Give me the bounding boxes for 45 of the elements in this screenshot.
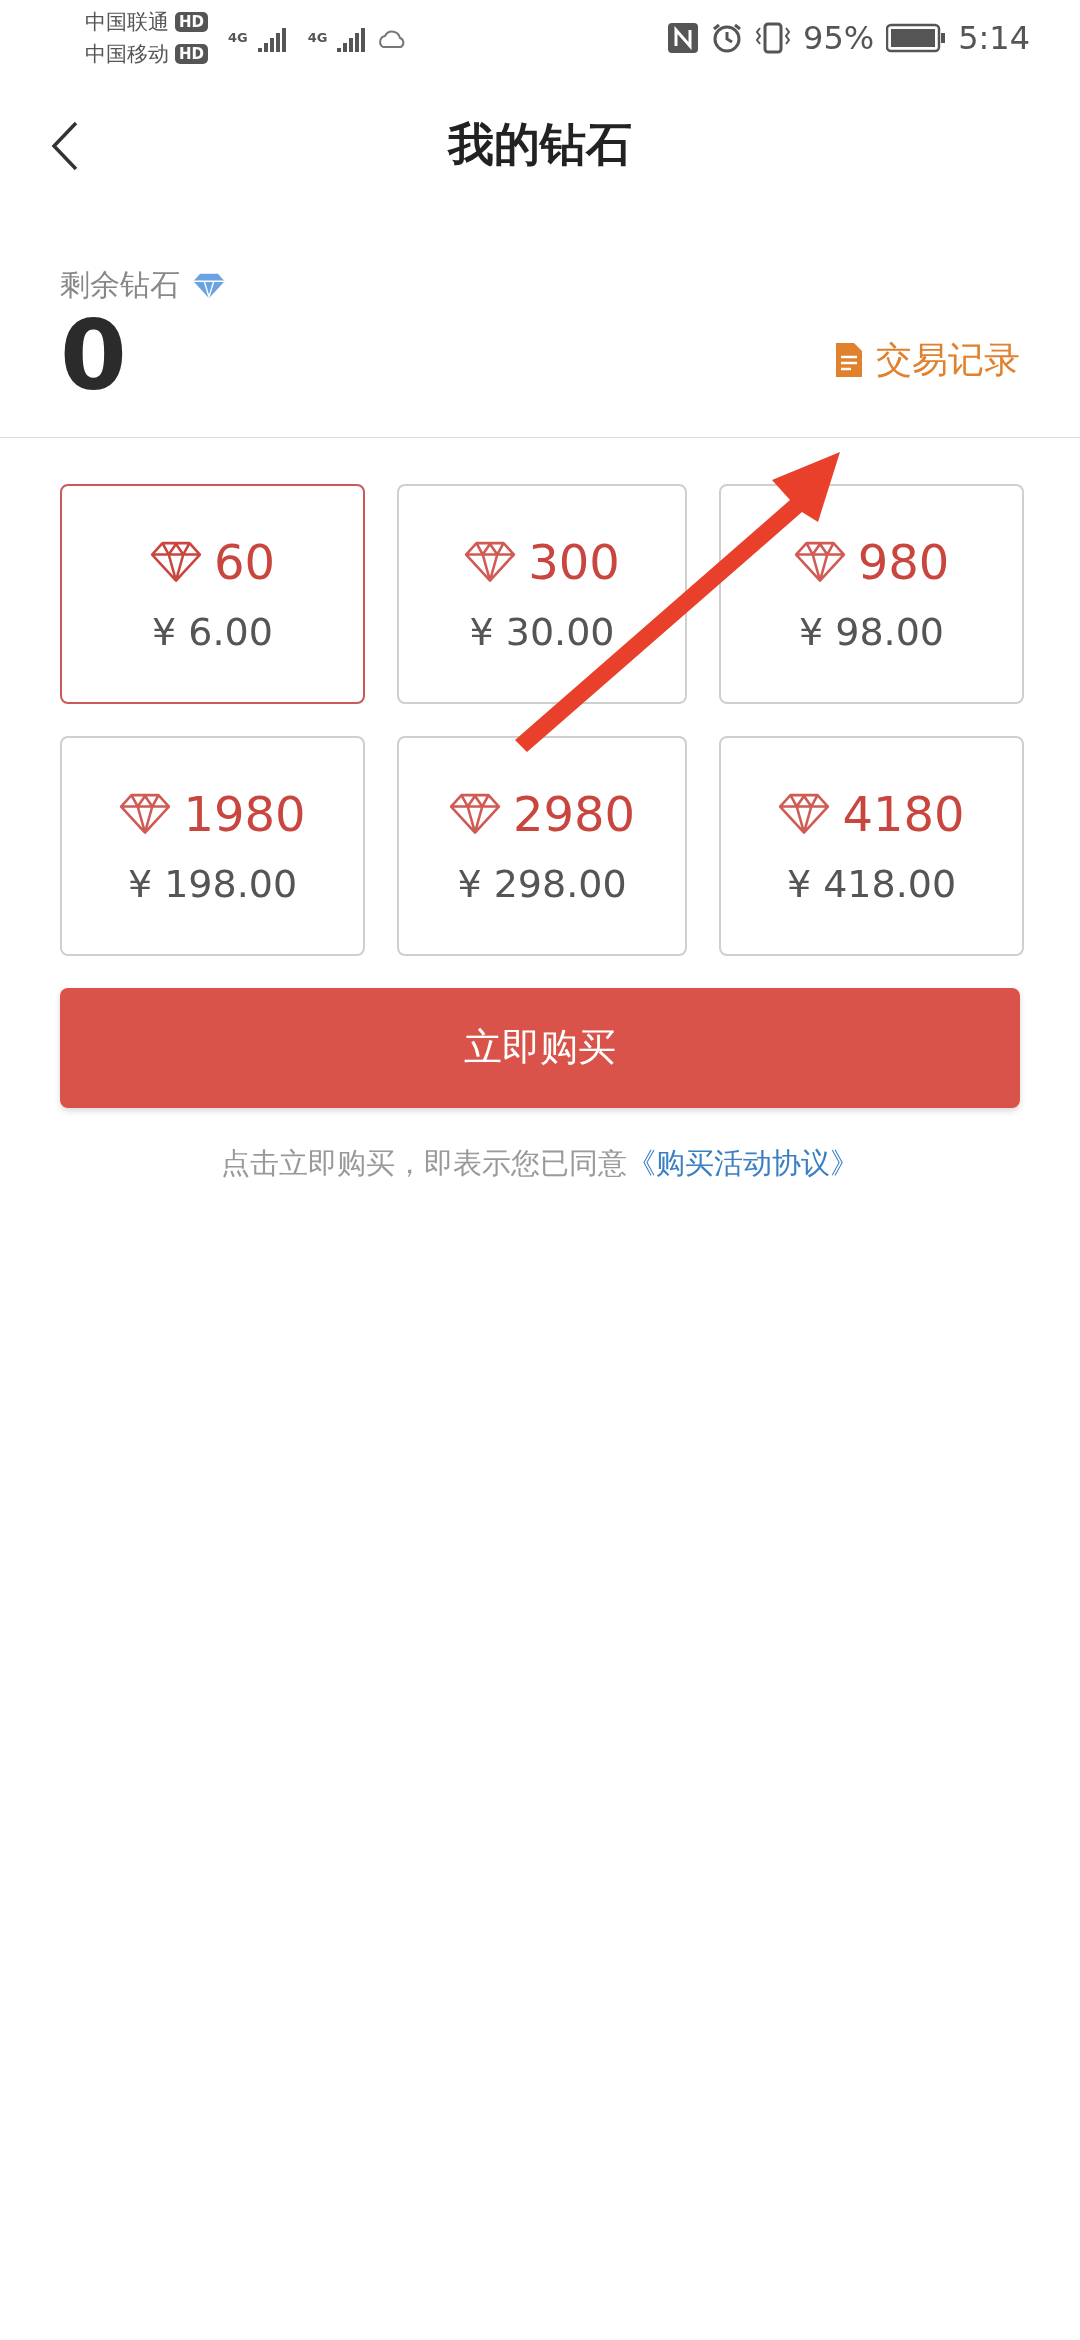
package-price: ¥ 298.00 <box>457 861 627 906</box>
diamond-icon <box>464 541 517 583</box>
diamond-icon <box>149 541 202 583</box>
page-title: 我的钻石 <box>448 116 632 173</box>
diamond-amount: 980 <box>857 533 950 590</box>
package-price: ¥ 198.00 <box>127 861 298 906</box>
agreement-link[interactable]: 《购买活动协议》 <box>627 1145 859 1180</box>
diamond-amount: 4180 <box>842 785 965 842</box>
package-price: ¥ 30.00 <box>469 609 615 654</box>
diamond-icon <box>793 541 846 583</box>
network-type: 4G <box>228 30 248 45</box>
diamond-amount: 1980 <box>183 785 306 842</box>
diamond-package-card[interactable]: 1980 ¥ 198.00 <box>60 735 365 956</box>
diamond-amount: 60 <box>213 533 276 590</box>
hd-badge: HD <box>175 11 208 32</box>
balance-label: 剩余钻石 <box>60 266 180 304</box>
document-icon <box>836 343 862 378</box>
battery-percent: 95% <box>803 18 875 57</box>
diamond-icon <box>119 793 172 835</box>
carrier-name: 中国移动 <box>85 40 169 68</box>
back-icon[interactable] <box>50 120 80 172</box>
diamond-package-card[interactable]: 4180 ¥ 418.00 <box>719 735 1024 956</box>
diamond-amount: 300 <box>528 533 620 590</box>
diamond-package-card[interactable]: 300 ¥ 30.00 <box>397 483 687 704</box>
diamond-amount: 2980 <box>512 785 636 842</box>
alarm-icon <box>711 21 743 54</box>
buy-now-button[interactable]: 立即购买 <box>60 987 1020 1108</box>
carrier-name: 中国联通 <box>85 8 169 36</box>
diamond-package-card[interactable]: 980 ¥ 98.00 <box>719 483 1024 704</box>
package-price: ¥ 6.00 <box>152 609 273 654</box>
battery-icon <box>886 22 947 53</box>
package-price: ¥ 98.00 <box>798 609 944 654</box>
nfc-icon <box>667 21 699 54</box>
agreement-text: 点击立即购买，即表示您已同意《购买活动协议》 <box>220 1144 860 1182</box>
network-type: 4G <box>307 30 328 45</box>
clock-time: 5:14 <box>958 18 1030 57</box>
diamond-package-card[interactable]: 60 ¥ 6.00 <box>60 483 365 704</box>
diamond-icon <box>778 793 831 835</box>
vibrate-icon <box>755 21 791 54</box>
diamond-icon <box>448 793 501 835</box>
balance-value: 0 <box>60 306 128 407</box>
hd-badge: HD <box>175 43 208 64</box>
diamond-package-card[interactable]: 2980 ¥ 298.00 <box>397 735 687 956</box>
package-price: ¥ 418.00 <box>786 861 957 906</box>
diamond-icon <box>192 271 226 300</box>
